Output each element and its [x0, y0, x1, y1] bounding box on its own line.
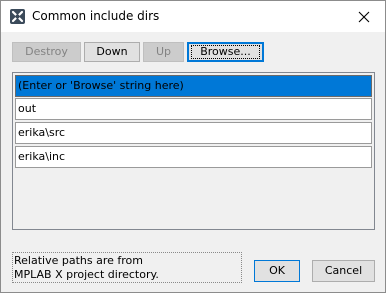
cancel-button[interactable]: Cancel	[312, 260, 375, 282]
close-icon[interactable]	[354, 7, 374, 27]
destroy-button[interactable]: Destroy	[12, 42, 81, 62]
note-line-2: MPLAB X project directory.	[14, 268, 159, 281]
title-bar[interactable]: Common include dirs	[1, 1, 385, 32]
window-title: Common include dirs	[32, 9, 160, 23]
focus-indicator	[191, 45, 260, 59]
list-item[interactable]: erika\src	[15, 122, 372, 144]
app-logo-icon	[10, 9, 25, 24]
list-item[interactable]: (Enter or 'Browse' string here)	[15, 75, 372, 97]
up-button[interactable]: Up	[143, 42, 184, 62]
relative-paths-note: Relative paths are from MPLAB X project …	[12, 252, 242, 283]
list-item[interactable]: erika\inc	[15, 146, 372, 168]
down-button[interactable]: Down	[84, 42, 140, 62]
browse-button[interactable]: Browse...	[187, 42, 264, 62]
list-item[interactable]: out	[15, 98, 372, 120]
dialog-window: Common include dirs Destroy Down Up Brow…	[0, 0, 386, 293]
ok-button[interactable]: OK	[254, 260, 300, 282]
note-line-1: Relative paths are from	[14, 254, 143, 267]
include-dirs-list[interactable]: (Enter or 'Browse' string here) out erik…	[12, 72, 375, 230]
